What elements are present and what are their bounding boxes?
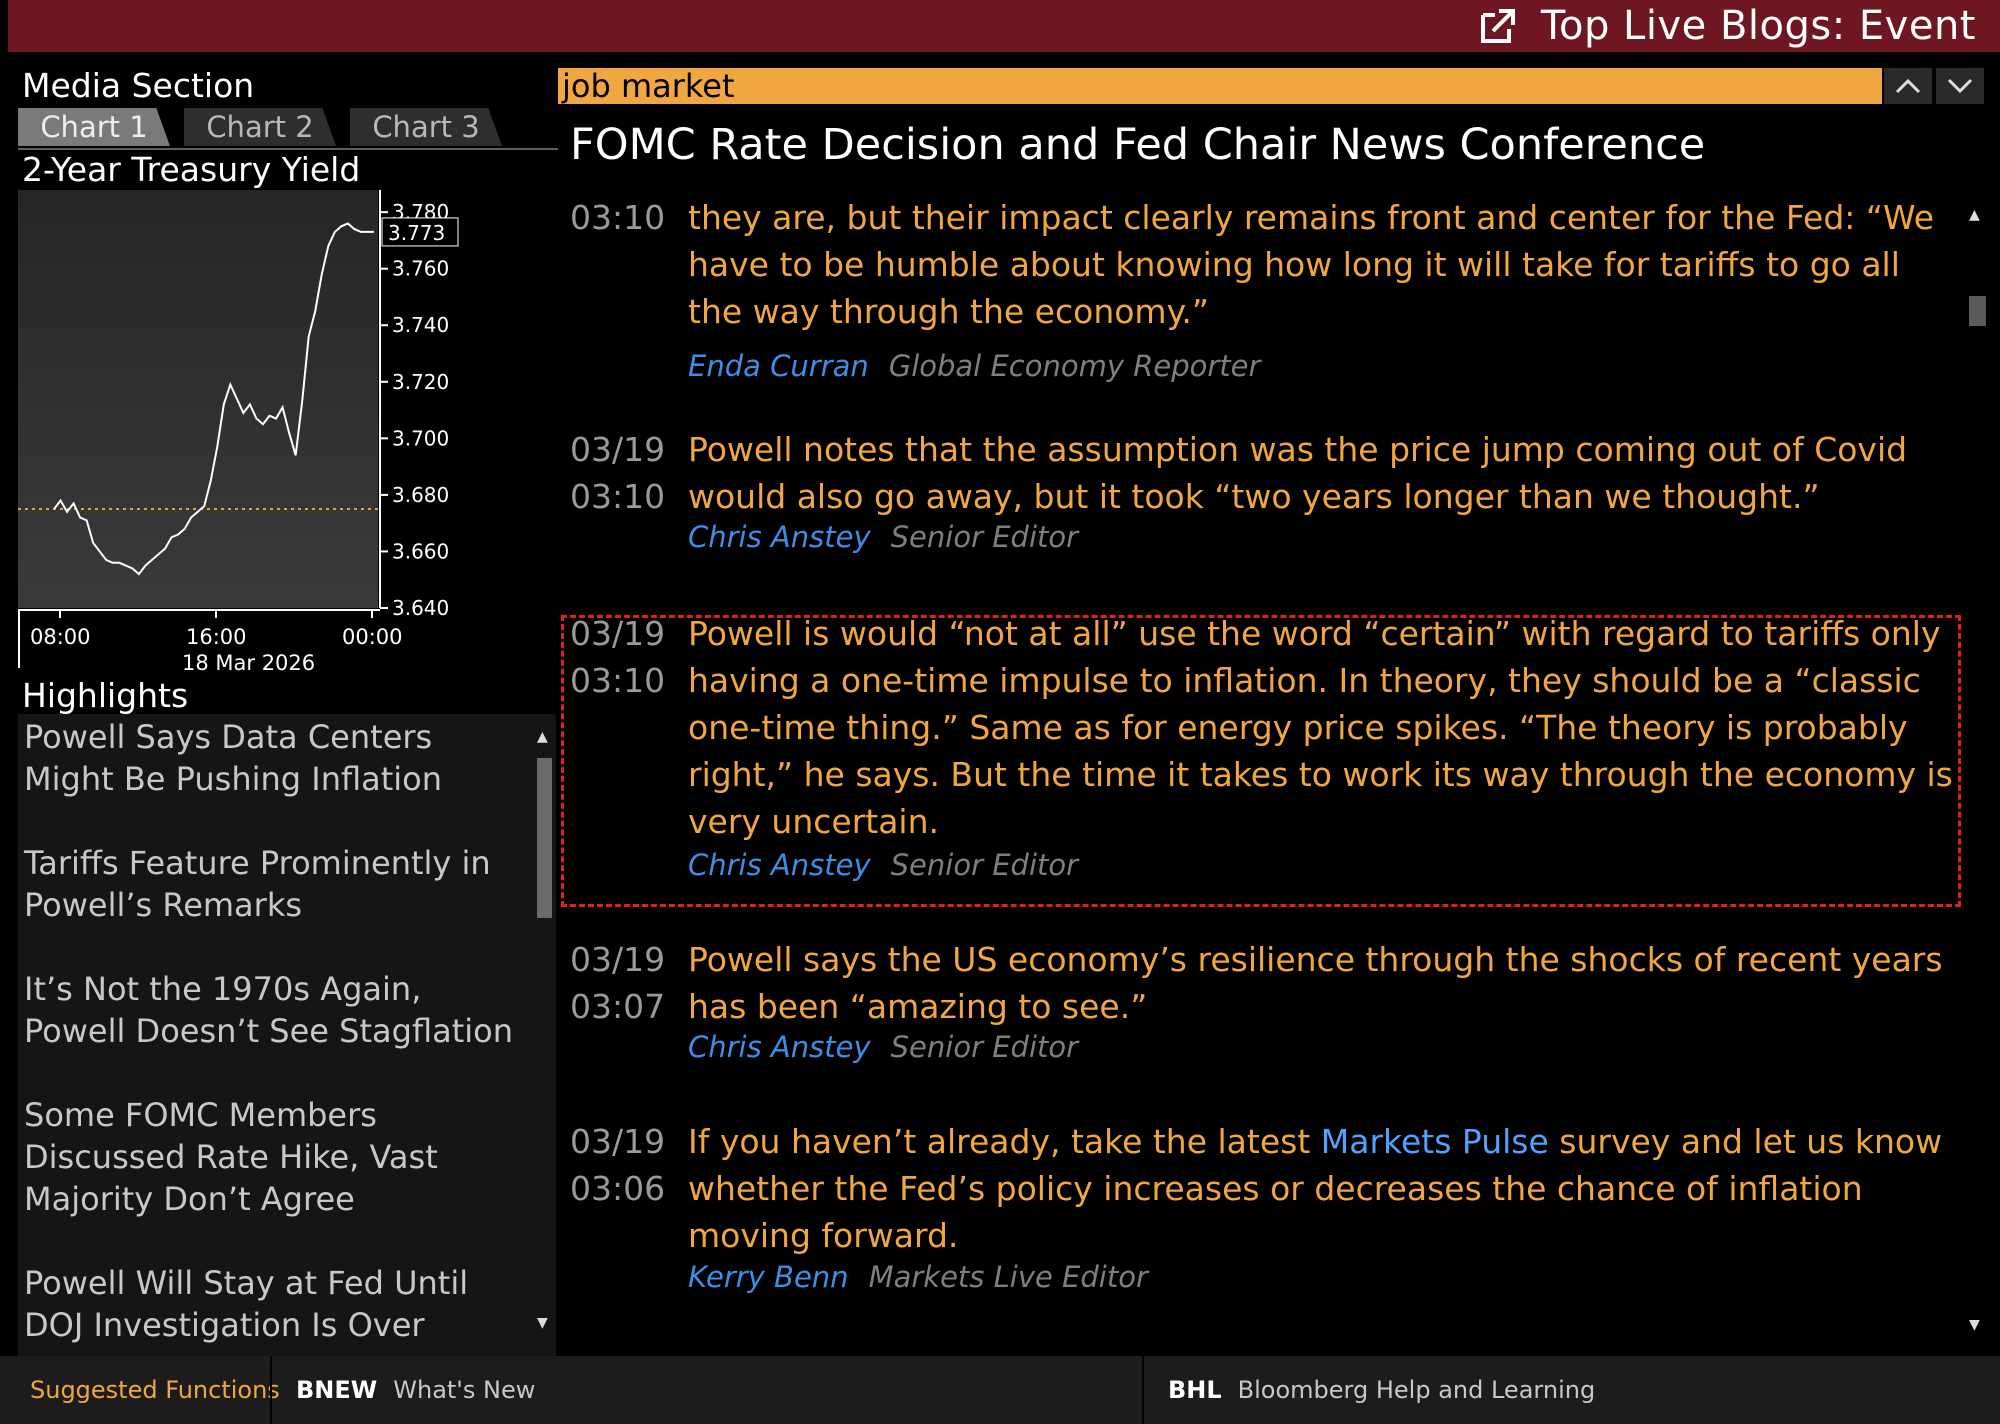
entry-text: Powell notes that the assumption was the… [688, 430, 1908, 516]
highlight-item[interactable]: Powell Will Stay at Fed Until DOJ Invest… [24, 1262, 524, 1346]
scrollbar-thumb[interactable] [537, 758, 552, 918]
author-role: Global Economy Reporter [888, 349, 1261, 383]
y-tick-label: 3.680 [392, 483, 449, 507]
scroll-up-icon[interactable]: ▲ [537, 730, 548, 744]
scroll-up-icon[interactable]: ▲ [1969, 208, 1980, 222]
x-date-label: 18 Mar 2026 [182, 651, 315, 675]
entry-time: 03/19 03:06 [570, 1122, 666, 1208]
entry-time: 03/19 03:10 [570, 430, 666, 516]
y-tick-label: 3.760 [392, 257, 449, 281]
y-tick-label: 3.660 [392, 539, 449, 563]
entry-time: 03:10 [570, 198, 666, 237]
author-name[interactable]: Chris Anstey [688, 1030, 871, 1064]
entry-author: Kerry Benn Markets Live Editor [688, 1260, 1148, 1294]
tab-chart-1[interactable]: Chart 1 [18, 108, 170, 146]
title-bar: Top Live Blogs: Event [8, 0, 2000, 52]
search-input[interactable]: job market [558, 68, 1882, 104]
highlight-item[interactable]: Powell Says Data Centers Might Be Pushin… [24, 716, 524, 800]
entry-author: Enda Curran Global Economy Reporter [688, 349, 1260, 383]
highlights-list: Powell Says Data Centers Might Be Pushin… [18, 714, 556, 1404]
entry-author: Chris Anstey Senior Editor [688, 520, 1078, 554]
highlight-item[interactable]: It’s Not the 1970s Again, Powell Doesn’t… [24, 968, 524, 1052]
highlights-title: Highlights [22, 676, 189, 715]
author-role: Markets Live Editor [868, 1260, 1148, 1294]
plot-area [18, 190, 378, 608]
author-name[interactable]: Kerry Benn [688, 1260, 849, 1294]
previous-match-button[interactable] [1884, 68, 1932, 104]
y-tick-label: 3.720 [392, 370, 449, 394]
media-section-title: Media Section [22, 66, 255, 105]
author-name[interactable]: Enda Curran [688, 349, 869, 383]
scroll-down-icon[interactable]: ▼ [1969, 1318, 1980, 1332]
media-panel: Media Section Chart 1 Chart 2 Chart 3 2-… [18, 64, 558, 1404]
last-value-label: 3.773 [388, 221, 445, 245]
entry-author: Chris Anstey Senior Editor [688, 1030, 1078, 1064]
suggested-functions-label[interactable]: Suggested Functions [30, 1356, 280, 1424]
x-tick-label: 00:00 [342, 625, 403, 649]
author-role: Senior Editor [890, 520, 1079, 554]
footer-bar: Suggested Functions BNEW What's New BHL Bl… [0, 1356, 2000, 1424]
feed-scrollbar[interactable]: ▲ ▼ [1966, 200, 1988, 1340]
tab-chart-2[interactable]: Chart 2 [184, 108, 336, 146]
entry-time: 03/19 03:07 [570, 940, 666, 1026]
window-title: Top Live Blogs: Event [1540, 3, 1976, 49]
highlights-scrollbar[interactable]: ▲ ▼ [534, 722, 554, 1402]
chart-tabs: Chart 1 Chart 2 Chart 3 [18, 108, 558, 150]
search-match-highlight [561, 615, 1961, 907]
footer-divider [1142, 1356, 1144, 1424]
y-tick-label: 3.640 [392, 596, 449, 620]
yield-chart-svg: 3.7803.7603.7403.7203.7003.6803.6603.640… [18, 190, 459, 675]
blog-headline: FOMC Rate Decision and Fed Chair News Co… [570, 120, 1706, 170]
highlight-item[interactable]: Tariffs Feature Prominently in Powell’s … [24, 842, 524, 926]
tab-chart-3[interactable]: Chart 3 [350, 108, 502, 146]
scrollbar-thumb[interactable] [1969, 296, 1986, 326]
entry-text: If you haven’t already, take the latest … [688, 1122, 1943, 1255]
bhl-function[interactable]: BHL Bloomberg Help and Learning [1168, 1356, 1595, 1424]
bnew-function[interactable]: BNEW What's New [296, 1356, 535, 1424]
chart-title: 2-Year Treasury Yield [22, 150, 361, 189]
footer-divider [270, 1356, 272, 1424]
markets-pulse-link[interactable]: Markets Pulse [1321, 1122, 1549, 1161]
next-match-button[interactable] [1936, 68, 1984, 104]
y-tick-label: 3.740 [392, 313, 449, 337]
entry-text: Powell says the US economy’s resilience … [688, 940, 1943, 1026]
yield-chart: 3.780 3.760 3.740 3.720 3.700 3.680 3.660 3.640… [18, 190, 558, 738]
x-tick-label: 08:00 [30, 625, 91, 649]
author-role: Senior Editor [890, 1030, 1079, 1064]
chevron-up-icon [1895, 78, 1921, 94]
chevron-down-icon [1947, 78, 1973, 94]
entry-text: they are, but their impact clearly remai… [688, 198, 1934, 331]
external-link-icon[interactable] [1479, 7, 1517, 45]
highlight-item[interactable]: Some FOMC Members Discussed Rate Hike, V… [24, 1094, 524, 1220]
x-tick-label: 16:00 [186, 625, 247, 649]
author-name[interactable]: Chris Anstey [688, 520, 871, 554]
y-tick-label: 3.700 [392, 426, 449, 450]
scroll-down-icon[interactable]: ▼ [537, 1316, 548, 1330]
